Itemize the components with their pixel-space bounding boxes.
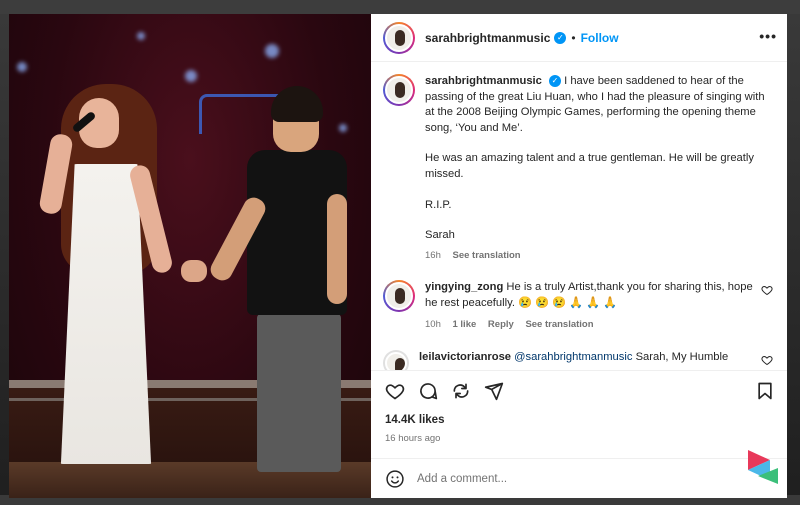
singer-hair [271, 86, 323, 122]
see-translation-link[interactable]: See translation [525, 319, 593, 330]
more-icon[interactable]: ••• [759, 28, 777, 44]
header-separator: • [571, 30, 576, 45]
mention-link[interactable]: @sarahbrightmanmusic [514, 351, 632, 363]
send-icon[interactable] [484, 381, 504, 401]
comment-composer[interactable]: Add a comment... [371, 458, 787, 498]
stage-light [265, 44, 279, 58]
caption-text-line: R.I.P. [425, 198, 452, 211]
held-hands [181, 260, 207, 282]
post-modal: sarahbrightmanmusic ✓ • Follow ••• sarah… [9, 14, 787, 498]
stage-light [185, 70, 197, 82]
author-username[interactable]: sarahbrightmanmusic [425, 31, 550, 45]
avatar[interactable] [383, 350, 409, 370]
post-timestamp[interactable]: 16 hours ago [385, 433, 440, 444]
reply-button[interactable]: Reply [488, 319, 514, 330]
post-caption: sarahbrightmanmusic ✓ I have been sadden… [383, 74, 779, 263]
watermark-logo-icon [748, 450, 778, 484]
comment-text: Sarah, My Humble [635, 351, 729, 363]
stage-light [17, 62, 27, 72]
comment-icon[interactable] [418, 381, 438, 401]
comment-time[interactable]: 10h [425, 319, 441, 330]
avatar[interactable] [383, 74, 415, 106]
comment-likes[interactable]: 1 like [453, 319, 477, 330]
comment-item: leilavictorianrose @sarahbrightmanmusic … [383, 350, 783, 370]
singer-arm [327, 194, 347, 304]
heart-icon[interactable] [761, 284, 773, 296]
like-count[interactable]: 14.4K likes [385, 414, 444, 426]
comment-username[interactable]: leilavictorianrose [419, 351, 511, 363]
post-header: sarahbrightmanmusic ✓ • Follow ••• [371, 14, 787, 62]
share-icon[interactable] [451, 381, 471, 401]
heart-icon[interactable] [761, 354, 773, 366]
follow-button[interactable]: Follow [581, 31, 619, 45]
stage-light [137, 32, 145, 40]
caption-username[interactable]: sarahbrightmanmusic [425, 75, 542, 87]
stage-light [339, 124, 347, 132]
caption-text-line: Sarah [425, 229, 455, 242]
emoji-icon[interactable] [385, 469, 405, 489]
caption-time[interactable]: 16h [425, 250, 441, 261]
avatar[interactable] [383, 21, 415, 54]
bookmark-icon[interactable] [755, 381, 775, 401]
caption-text-line: He was an amazing talent and a true gent… [425, 152, 754, 180]
singer-pants [257, 314, 341, 472]
post-details-panel: sarahbrightmanmusic ✓ • Follow ••• sarah… [371, 14, 787, 498]
comment-item: yingying_zong He is a truly Artist,thank… [383, 280, 783, 333]
post-photo[interactable] [9, 14, 371, 498]
verified-badge-icon: ✓ [549, 75, 561, 88]
verified-badge-icon: ✓ [554, 31, 567, 44]
comment-username[interactable]: yingying_zong [425, 281, 503, 293]
backdrop-top-strip [0, 0, 800, 14]
avatar[interactable] [383, 280, 415, 312]
heart-icon[interactable] [385, 381, 405, 401]
see-translation-link[interactable]: See translation [453, 250, 521, 261]
comment-input[interactable]: Add a comment... [417, 473, 507, 485]
